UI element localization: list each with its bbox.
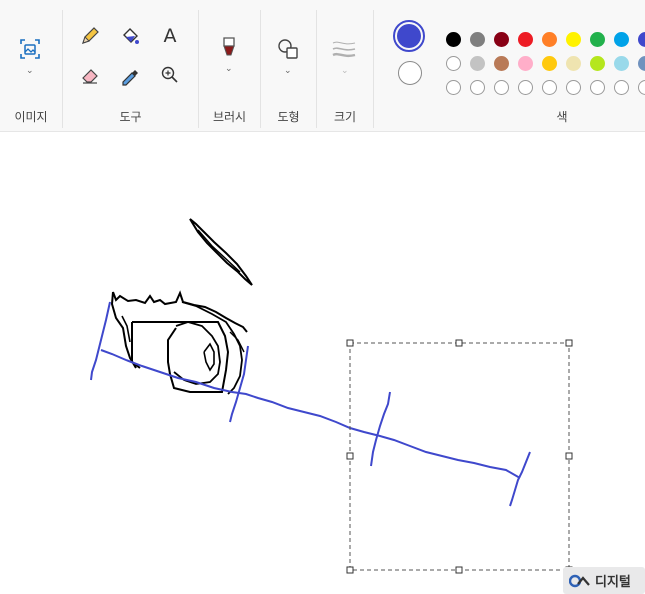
shapes-icon <box>278 39 298 59</box>
shapes-group: ⌄ 도형 <box>261 8 316 128</box>
resize-handle <box>346 566 354 574</box>
resize-handle <box>455 339 463 347</box>
palette-swatch[interactable] <box>638 56 645 71</box>
resize-handle <box>565 452 573 460</box>
sketch-stroke <box>173 321 221 385</box>
color-palette <box>374 8 645 104</box>
palette-swatch[interactable] <box>614 32 629 47</box>
text-button[interactable]: A <box>157 23 183 49</box>
palette-swatch[interactable] <box>518 32 533 47</box>
ribbon-toolbar: ⌄ 이미지 A 도구 ⌄ 브러시 ⌄ 도형 ⌄ 크기 색 <box>0 0 645 132</box>
sketch-stroke <box>90 301 111 381</box>
image-group-label: 이미지 <box>14 110 48 124</box>
colors-group: 색 <box>374 8 645 128</box>
eraser-button[interactable] <box>77 62 103 88</box>
sketch-stroke <box>370 391 391 467</box>
pencil-button[interactable] <box>77 23 103 49</box>
sketch-stroke <box>229 345 249 423</box>
resize-handle <box>565 339 573 347</box>
watermark-logo-icon <box>569 574 590 587</box>
palette-swatch[interactable] <box>542 32 557 47</box>
select-image-button[interactable] <box>17 36 43 62</box>
sketch-stroke <box>100 349 521 479</box>
palette-swatch[interactable] <box>542 80 557 95</box>
palette-swatch[interactable] <box>566 80 581 95</box>
size-button[interactable] <box>331 36 357 62</box>
palette-swatch[interactable] <box>494 32 509 47</box>
tools-group: A 도구 <box>63 8 198 128</box>
drawing-canvas[interactable] <box>0 132 645 594</box>
size-group: ⌄ 크기 <box>317 8 373 128</box>
tools-group-label: 도구 <box>119 110 142 124</box>
selection-rectangle <box>349 342 570 571</box>
selection-handles <box>346 339 573 574</box>
palette-swatch[interactable] <box>590 56 605 71</box>
brush-icon <box>223 37 235 56</box>
brushes-group: ⌄ 브러시 <box>199 8 260 128</box>
brushes-button[interactable] <box>216 34 242 60</box>
palette-swatch[interactable] <box>518 80 533 95</box>
pencil-icon <box>82 27 99 44</box>
resize-handle <box>455 566 463 574</box>
sketch-stroke <box>112 290 248 333</box>
colors-group-label: 색 <box>556 110 568 124</box>
sketch-stroke <box>131 322 141 369</box>
brushes-group-label: 브러시 <box>212 110 247 124</box>
palette-swatch[interactable] <box>566 56 581 71</box>
resize-handle <box>346 452 354 460</box>
fill-button[interactable] <box>117 23 143 49</box>
text-icon: A <box>163 25 177 47</box>
palette-swatch[interactable] <box>446 80 461 95</box>
palette-swatch[interactable] <box>446 56 461 71</box>
magnifier-icon <box>161 66 178 83</box>
palette-swatch[interactable] <box>470 32 485 47</box>
palette-swatch[interactable] <box>566 32 581 47</box>
watermark-badge: 디지털 <box>563 567 645 594</box>
sketch-stroke <box>197 229 241 273</box>
palette-swatch[interactable] <box>614 56 629 71</box>
selection-icon <box>20 39 40 59</box>
palette-swatch[interactable] <box>614 80 629 95</box>
canvas-drawing[interactable] <box>0 132 645 594</box>
fill-bucket-icon <box>123 28 139 44</box>
sketch-stroke <box>189 218 253 286</box>
line-width-icon <box>332 41 356 58</box>
color-picker-icon <box>122 70 138 86</box>
watermark-text: 디지털 <box>595 575 631 590</box>
chevron-down-icon[interactable]: ⌄ <box>225 64 233 74</box>
palette-swatch[interactable] <box>542 56 557 71</box>
eraser-icon <box>82 69 98 84</box>
palette-swatch[interactable] <box>590 32 605 47</box>
palette-swatch[interactable] <box>638 80 645 95</box>
sketch-stroke <box>509 451 531 507</box>
shapes-button[interactable] <box>275 36 301 62</box>
resize-handle <box>346 339 354 347</box>
image-group: ⌄ 이미지 <box>0 8 62 128</box>
magnifier-button[interactable] <box>157 62 183 88</box>
chevron-down-icon[interactable]: ⌄ <box>284 66 292 76</box>
palette-swatch[interactable] <box>494 56 509 71</box>
size-group-label: 크기 <box>333 110 357 124</box>
palette-swatch[interactable] <box>638 32 645 47</box>
palette-swatch[interactable] <box>470 80 485 95</box>
palette-swatch[interactable] <box>494 80 509 95</box>
palette-swatch[interactable] <box>446 32 461 47</box>
chevron-down-icon[interactable]: ⌄ <box>341 66 349 76</box>
palette-swatch[interactable] <box>470 56 485 71</box>
palette-swatch[interactable] <box>518 56 533 71</box>
shapes-group-label: 도형 <box>277 110 300 124</box>
sketch-stroke <box>203 342 215 372</box>
chevron-down-icon[interactable]: ⌄ <box>26 66 34 76</box>
palette-swatch[interactable] <box>590 80 605 95</box>
color-picker-button[interactable] <box>117 62 143 88</box>
